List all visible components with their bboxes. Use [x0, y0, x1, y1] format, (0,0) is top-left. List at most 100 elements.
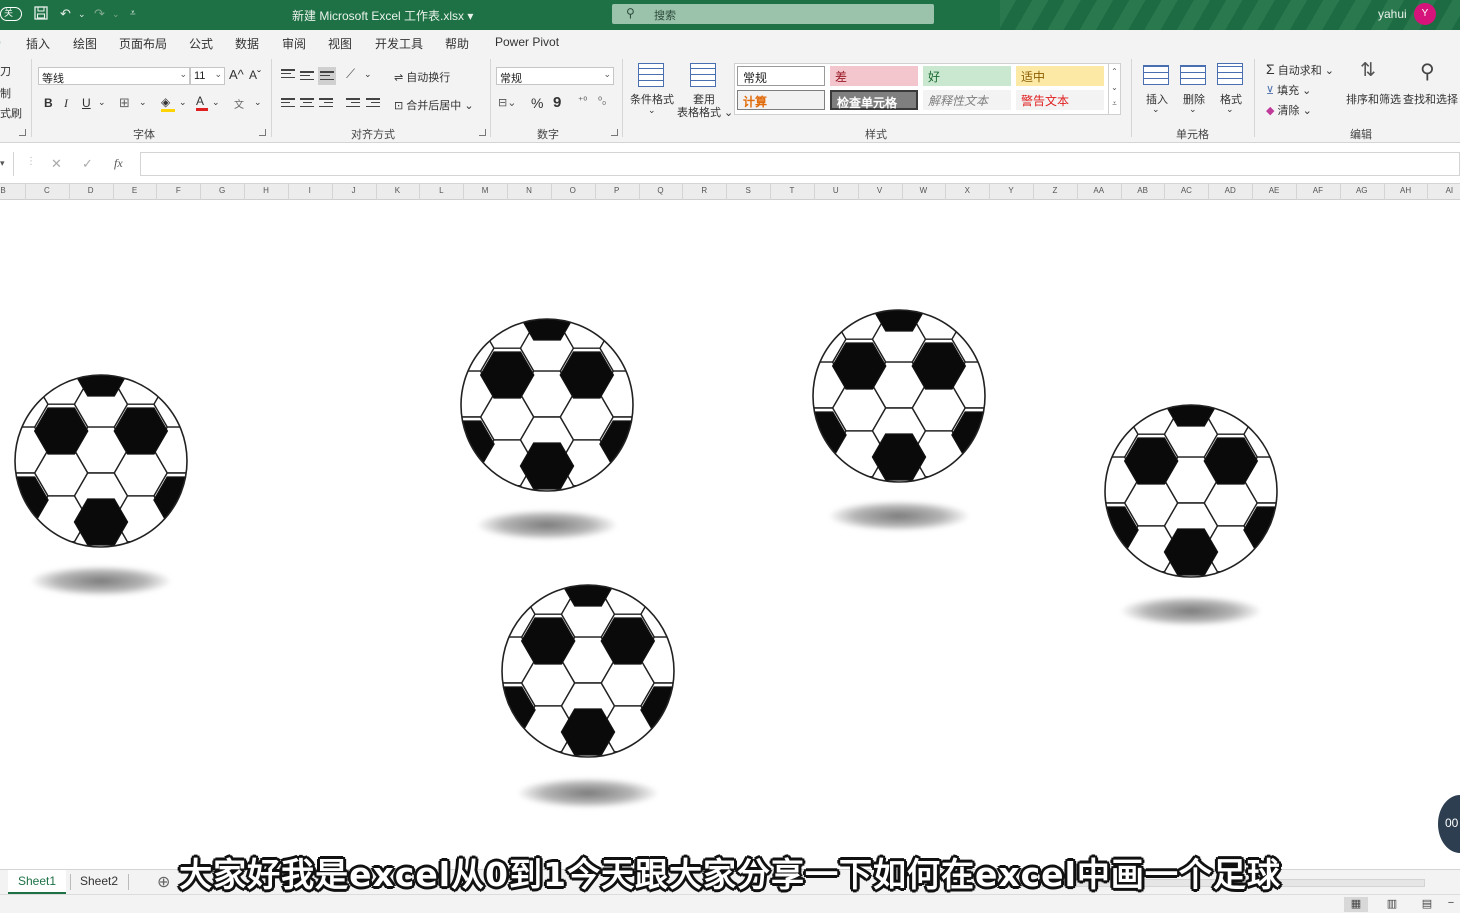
column-header-f[interactable]: F [168, 186, 188, 195]
conditional-format-dropdown-icon[interactable]: ⌄ [648, 105, 656, 116]
clipboard-launcher-icon[interactable] [19, 129, 26, 136]
tab-developer[interactable]: 开发工具 [375, 35, 423, 52]
underline-dropdown-icon[interactable]: ⌄ [98, 97, 106, 108]
column-header-ac[interactable]: AC [1176, 186, 1196, 195]
number-format-combo[interactable]: 常规⌄ [496, 67, 614, 85]
align-center-icon[interactable] [300, 98, 314, 110]
find-select-button[interactable]: 查找和选择 [1403, 91, 1458, 107]
fill-button[interactable]: ⊻ 填充 ⌄ [1266, 82, 1311, 98]
column-header-g[interactable]: G [212, 186, 232, 195]
column-header-ai[interactable]: AI [1439, 186, 1459, 195]
column-header-l[interactable]: L [431, 186, 451, 195]
page-break-view-icon[interactable]: ▤ [1415, 897, 1439, 912]
tab-review[interactable]: 审阅 [282, 35, 306, 52]
decrease-indent-icon[interactable] [346, 98, 360, 110]
style-normal[interactable]: 常规 [737, 66, 825, 86]
font-name-combo[interactable]: 等线⌄ [38, 67, 190, 85]
fill-color-dropdown-icon[interactable]: ⌄ [179, 97, 187, 108]
save-icon[interactable] [34, 6, 48, 23]
grow-font-button[interactable]: A^ [229, 67, 244, 82]
column-header-b[interactable]: B [0, 186, 13, 195]
style-calculation[interactable]: 计算 [737, 90, 825, 110]
insert-dropdown-icon[interactable]: ⌄ [1152, 104, 1160, 115]
column-header-af[interactable]: AF [1308, 186, 1328, 195]
tab-power-pivot[interactable]: Power Pivot [495, 35, 559, 49]
style-good[interactable]: 好 [923, 66, 1011, 86]
tab-view[interactable]: 视图 [328, 35, 352, 52]
column-header-z[interactable]: Z [1045, 186, 1065, 195]
ball-shadow[interactable] [518, 778, 658, 808]
tab-page-layout[interactable]: 页面布局 [119, 35, 167, 52]
user-name[interactable]: yahui [1378, 7, 1407, 21]
clear-button[interactable]: ◆ 清除 ⌄ [1266, 102, 1312, 118]
column-header-u[interactable]: U [826, 186, 846, 195]
soccer-ball[interactable] [500, 583, 676, 759]
soccer-ball[interactable] [811, 308, 987, 484]
style-bad[interactable]: 差 [830, 66, 918, 86]
bold-button[interactable]: B [44, 96, 53, 110]
column-header-s[interactable]: S [738, 186, 758, 195]
tab-help[interactable]: 帮助 [445, 35, 469, 52]
normal-view-icon[interactable]: ▦ [1344, 897, 1368, 912]
column-header-w[interactable]: W [913, 186, 933, 195]
phonetic-icon[interactable]: 文 [234, 96, 244, 111]
font-size-combo[interactable]: 11⌄ [190, 67, 225, 85]
column-header-ab[interactable]: AB [1133, 186, 1153, 195]
insert-function-icon[interactable]: fx [114, 156, 123, 171]
column-header-e[interactable]: E [124, 186, 144, 195]
underline-button[interactable]: U [82, 96, 91, 110]
shrink-font-button[interactable]: Aˇ [249, 68, 261, 82]
merge-center-button[interactable]: ⊡ 合并后居中 ⌄ [394, 97, 474, 113]
phonetic-dropdown-icon[interactable]: ⌄ [254, 97, 262, 108]
orientation-dropdown-icon[interactable]: ⌄ [364, 69, 372, 80]
orientation-icon[interactable]: ⟋ [346, 66, 355, 82]
style-explanatory-text[interactable]: 解释性文本 [923, 90, 1011, 110]
column-header-p[interactable]: P [607, 186, 627, 195]
border-icon[interactable]: ⊞ [119, 95, 130, 111]
format-painter-partial[interactable]: 式刷 [0, 105, 22, 121]
undo-dropdown-icon[interactable]: ⌄ [78, 9, 86, 20]
column-header-y[interactable]: Y [1001, 186, 1021, 195]
column-header-m[interactable]: M [475, 186, 495, 195]
column-header-r[interactable]: R [694, 186, 714, 195]
soccer-ball[interactable] [1103, 403, 1279, 579]
column-header-aa[interactable]: AA [1089, 186, 1109, 195]
formula-input[interactable] [140, 152, 1460, 176]
alignment-launcher-icon[interactable] [479, 129, 486, 136]
copy-button-partial[interactable]: 制 [0, 85, 11, 101]
align-left-icon[interactable] [281, 98, 295, 110]
column-header-ag[interactable]: AG [1352, 186, 1372, 195]
percent-button[interactable]: % [531, 95, 543, 111]
column-header-k[interactable]: K [387, 186, 407, 195]
tab-home-partial[interactable]: ô [0, 35, 1, 49]
number-launcher-icon[interactable] [611, 129, 618, 136]
increase-decimal-icon[interactable]: ⁺⁰ [578, 96, 587, 107]
undo-icon[interactable]: ↶ [60, 6, 71, 22]
column-header-ad[interactable]: AD [1220, 186, 1240, 195]
customize-toolbar-icon[interactable]: ⩡ [130, 8, 136, 19]
avatar[interactable]: Y [1414, 3, 1436, 25]
align-bottom-icon[interactable] [318, 67, 336, 85]
name-box-dropdown-icon[interactable]: ▾ [0, 158, 5, 169]
table-format-button-line2[interactable]: 表格格式 ⌄ [677, 104, 733, 120]
wrap-text-button[interactable]: ⇌ 自动换行 [394, 69, 450, 85]
delete-dropdown-icon[interactable]: ⌄ [1189, 104, 1197, 115]
ball-shadow[interactable] [31, 566, 171, 596]
page-layout-view-icon[interactable]: ▥ [1380, 897, 1404, 912]
column-header-n[interactable]: N [519, 186, 539, 195]
style-warning-text[interactable]: 警告文本 [1016, 90, 1104, 110]
ball-shadow[interactable] [829, 501, 969, 531]
search-box[interactable]: ⚲ 搜索 [612, 4, 934, 24]
style-neutral[interactable]: 适中 [1016, 66, 1104, 86]
italic-button[interactable]: I [64, 96, 68, 111]
formula-bar-handle[interactable]: ⋮ [26, 156, 36, 167]
tab-insert[interactable]: 插入 [26, 35, 50, 52]
tab-draw[interactable]: 绘图 [73, 35, 97, 52]
align-right-icon[interactable] [319, 98, 333, 110]
cut-button-partial[interactable]: 刀 [0, 63, 11, 79]
cancel-icon[interactable]: ✕ [51, 156, 62, 172]
align-top-icon[interactable] [281, 69, 295, 81]
fill-color-icon[interactable]: ◈ [161, 95, 175, 112]
ball-shadow[interactable] [477, 510, 617, 540]
column-header-t[interactable]: T [782, 186, 802, 195]
